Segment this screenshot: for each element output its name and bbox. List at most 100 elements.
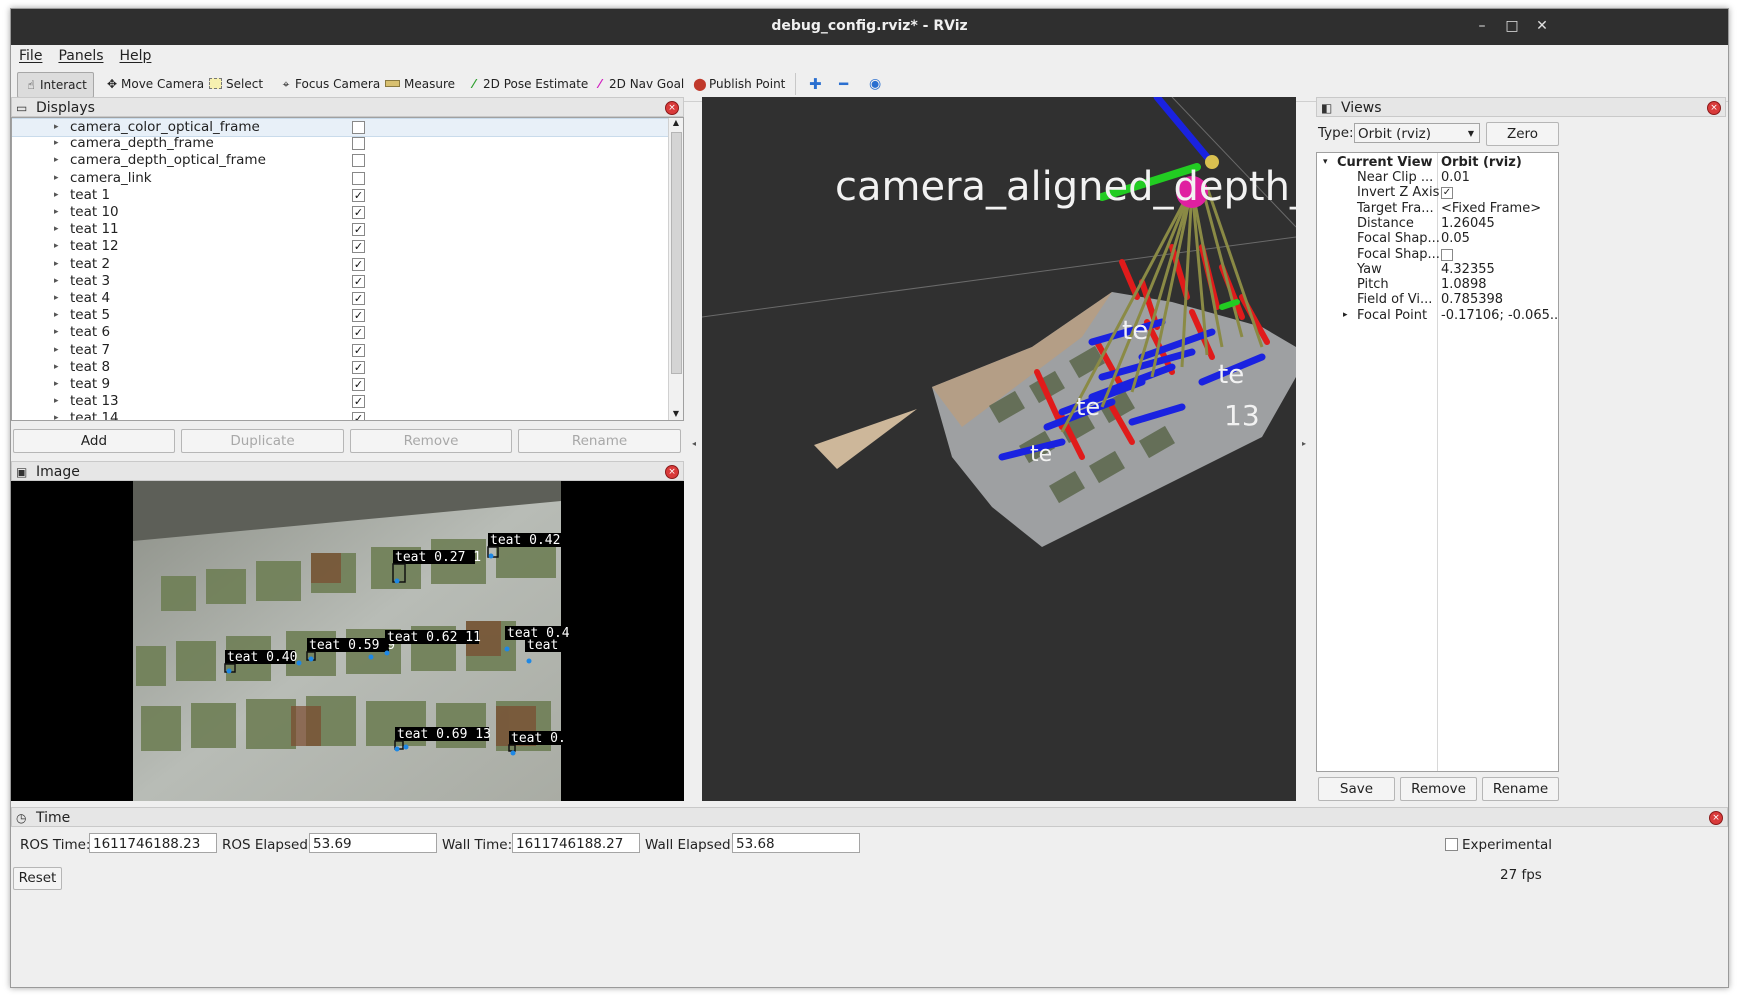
display-enabled-checkbox[interactable]: ✓ bbox=[352, 395, 365, 409]
view-property-row[interactable]: Distance 1.26045 bbox=[1317, 216, 1558, 231]
expand-right-icon[interactable]: ▸ bbox=[54, 238, 59, 255]
view-property-value[interactable]: 0.785398 bbox=[1441, 292, 1503, 307]
measure-tool[interactable]: Measure bbox=[379, 72, 461, 96]
display-item[interactable]: ▸ teat 4 ✓ bbox=[12, 290, 683, 307]
menu-panels[interactable]: Panels bbox=[50, 45, 111, 64]
expand-right-icon[interactable]: ▸ bbox=[54, 410, 59, 420]
display-enabled-checkbox[interactable]: ✓ bbox=[352, 188, 365, 202]
display-enabled-checkbox[interactable] bbox=[352, 137, 365, 151]
expand-right-icon[interactable]: ▸ bbox=[54, 290, 59, 307]
wall-elapsed-field[interactable]: 53.68 bbox=[732, 833, 860, 853]
expand-right-icon[interactable]: ▸ bbox=[54, 256, 59, 273]
focus-camera-tool[interactable]: ⌖ Focus Camera bbox=[273, 72, 386, 96]
view-property-value[interactable]: 0.05 bbox=[1441, 231, 1470, 246]
pose-estimate-tool[interactable]: ⁄ 2D Pose Estimate bbox=[461, 72, 594, 96]
display-enabled-checkbox[interactable]: ✓ bbox=[352, 274, 365, 288]
maximize-button[interactable]: □ bbox=[1501, 15, 1523, 37]
expand-right-icon[interactable]: ▸ bbox=[54, 221, 59, 238]
add-tool-icon[interactable]: ✚ bbox=[803, 72, 828, 96]
eye-icon[interactable]: ◉ bbox=[863, 72, 887, 96]
expand-right-icon[interactable]: ▸ bbox=[54, 187, 59, 204]
expand-right-icon[interactable]: ▸ bbox=[54, 393, 59, 410]
reset-button[interactable]: Reset bbox=[13, 867, 62, 890]
expand-right-icon[interactable]: ▸ bbox=[54, 152, 59, 169]
expand-right-icon[interactable]: ▸ bbox=[54, 170, 59, 187]
wall-time-field[interactable]: 1611746188.27 bbox=[512, 833, 640, 853]
view-property-checkbox[interactable] bbox=[1441, 248, 1453, 261]
expand-right-icon[interactable]: ▸ bbox=[54, 342, 59, 359]
minimize-button[interactable]: – bbox=[1471, 15, 1493, 37]
display-item[interactable]: ▸ teat 5 ✓ bbox=[12, 307, 683, 324]
view-property-row[interactable]: Pitch 1.0898 bbox=[1317, 277, 1558, 292]
display-enabled-checkbox[interactable]: ✓ bbox=[352, 206, 365, 219]
view-property-value[interactable]: 1.0898 bbox=[1441, 277, 1487, 292]
display-enabled-checkbox[interactable] bbox=[352, 154, 365, 168]
expand-right-icon[interactable]: ▸ bbox=[54, 376, 59, 393]
display-enabled-checkbox[interactable]: ✓ bbox=[352, 412, 365, 420]
scroll-up-icon[interactable]: ▲ bbox=[671, 118, 681, 128]
display-item[interactable]: ▸ teat 12 ✓ bbox=[12, 238, 683, 255]
display-item[interactable]: ▸ teat 2 ✓ bbox=[12, 256, 683, 273]
3d-viewport[interactable]: camera_aligned_depth_t te te te 13 te bbox=[702, 97, 1296, 801]
display-item[interactable]: ▸ teat 14 ✓ bbox=[12, 410, 683, 420]
expand-right-icon[interactable]: ▸ bbox=[1343, 308, 1348, 323]
close-icon[interactable]: × bbox=[665, 101, 679, 115]
rename-display-button[interactable]: Rename bbox=[518, 429, 681, 453]
splitter-right-arrow-icon[interactable]: ▸ bbox=[1302, 439, 1306, 448]
display-item[interactable]: ▸ teat 6 ✓ bbox=[12, 324, 683, 341]
view-property-row[interactable]: Field of Vi... 0.785398 bbox=[1317, 292, 1558, 307]
scroll-thumb[interactable] bbox=[671, 132, 682, 374]
display-enabled-checkbox[interactable]: ✓ bbox=[352, 326, 365, 340]
expand-right-icon[interactable]: ▸ bbox=[54, 273, 59, 290]
view-property-row[interactable]: Invert Z Axis ✓ bbox=[1317, 185, 1558, 200]
display-enabled-checkbox[interactable]: ✓ bbox=[352, 343, 365, 357]
expand-right-icon[interactable]: ▸ bbox=[54, 135, 59, 152]
display-enabled-checkbox[interactable]: ✓ bbox=[352, 257, 365, 271]
close-window-button[interactable]: ✕ bbox=[1531, 15, 1553, 37]
view-property-value[interactable]: <Fixed Frame> bbox=[1441, 201, 1541, 216]
ros-elapsed-field[interactable]: 53.69 bbox=[309, 833, 437, 853]
experimental-checkbox[interactable] bbox=[1445, 838, 1458, 851]
expand-right-icon[interactable]: ▸ bbox=[54, 119, 59, 136]
expand-right-icon[interactable]: ▸ bbox=[54, 324, 59, 341]
display-enabled-checkbox[interactable]: ✓ bbox=[352, 223, 365, 237]
current-view-row[interactable]: ▾ Current View Orbit (rviz) bbox=[1317, 155, 1558, 170]
display-item[interactable]: ▸ teat 3 ✓ bbox=[12, 273, 683, 290]
duplicate-display-button[interactable]: Duplicate bbox=[181, 429, 344, 453]
expand-right-icon[interactable]: ▸ bbox=[54, 307, 59, 324]
close-icon[interactable]: × bbox=[1707, 101, 1721, 115]
display-item[interactable]: ▸ camera_color_optical_frame bbox=[12, 118, 683, 137]
menu-file[interactable]: File bbox=[11, 45, 50, 64]
ros-time-field[interactable]: 1611746188.23 bbox=[89, 833, 217, 853]
display-enabled-checkbox[interactable]: ✓ bbox=[352, 240, 365, 254]
display-item[interactable]: ▸ camera_depth_optical_frame bbox=[12, 152, 683, 169]
splitter-left-arrow-icon[interactable]: ◂ bbox=[692, 439, 696, 448]
close-icon[interactable]: × bbox=[1709, 811, 1723, 825]
view-property-value[interactable]: 4.32355 bbox=[1441, 262, 1495, 277]
display-item[interactable]: ▸ teat 11 ✓ bbox=[12, 221, 683, 238]
close-icon[interactable]: × bbox=[665, 465, 679, 479]
display-enabled-checkbox[interactable] bbox=[352, 121, 365, 134]
display-item[interactable]: ▸ teat 10 ✓ bbox=[12, 204, 683, 221]
display-enabled-checkbox[interactable]: ✓ bbox=[352, 360, 365, 374]
display-enabled-checkbox[interactable]: ✓ bbox=[352, 378, 365, 391]
display-item[interactable]: ▸ teat 1 ✓ bbox=[12, 187, 683, 204]
display-item[interactable]: ▸ teat 7 ✓ bbox=[12, 342, 683, 359]
display-item[interactable]: ▸ teat 8 ✓ bbox=[12, 359, 683, 376]
zero-button[interactable]: Zero bbox=[1486, 122, 1559, 146]
rename-view-button[interactable]: Rename bbox=[1482, 777, 1559, 801]
displays-scrollbar[interactable]: ▲ ▼ bbox=[668, 118, 683, 420]
display-item[interactable]: ▸ camera_depth_frame bbox=[12, 135, 683, 152]
menu-help[interactable]: Help bbox=[112, 45, 160, 64]
remove-tool-icon[interactable]: ━ bbox=[833, 72, 854, 96]
remove-display-button[interactable]: Remove bbox=[350, 429, 512, 453]
view-property-row[interactable]: Yaw 4.32355 bbox=[1317, 262, 1558, 277]
expand-right-icon[interactable]: ▸ bbox=[54, 204, 59, 221]
display-item[interactable]: ▸ teat 13 ✓ bbox=[12, 393, 683, 410]
move-camera-tool[interactable]: ✥ Move Camera bbox=[99, 72, 210, 96]
view-property-value[interactable]: 1.26045 bbox=[1441, 216, 1495, 231]
remove-view-button[interactable]: Remove bbox=[1400, 777, 1477, 801]
view-property-row[interactable]: Near Clip ... 0.01 bbox=[1317, 170, 1558, 185]
view-property-checkbox[interactable]: ✓ bbox=[1441, 187, 1453, 200]
publish-point-tool[interactable]: ⬤ Publish Point bbox=[687, 72, 791, 96]
